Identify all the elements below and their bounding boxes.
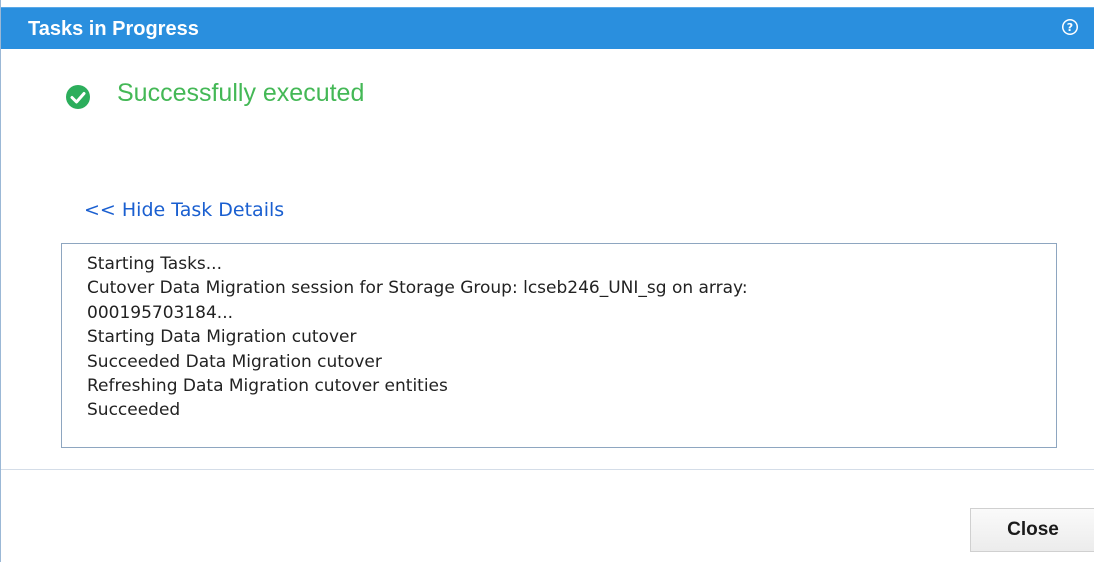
- status-row: Successfully executed: [65, 76, 364, 110]
- task-log[interactable]: Starting Tasks... Cutover Data Migration…: [61, 243, 1057, 448]
- svg-text:?: ?: [1067, 21, 1073, 34]
- close-button[interactable]: Close: [970, 508, 1094, 552]
- footer-divider: [1, 469, 1094, 470]
- log-line: Cutover Data Migration session for Stora…: [87, 278, 748, 299]
- log-line: Starting Tasks...: [87, 254, 222, 274]
- log-line: Refreshing Data Migration cutover entiti…: [87, 376, 448, 397]
- dialog-titlebar: Tasks in Progress ?: [1, 7, 1094, 49]
- hide-task-details-link[interactable]: << Hide Task Details: [84, 199, 284, 221]
- status-text: Successfully executed: [117, 78, 365, 107]
- log-line: Succeeded: [87, 400, 181, 421]
- question-icon[interactable]: ?: [1061, 18, 1079, 36]
- tasks-dialog: Tasks in Progress ? Successfully execute…: [0, 0, 1094, 562]
- log-line: Starting Data Migration cutover: [87, 327, 357, 348]
- check-circle-icon: [66, 85, 90, 109]
- log-line: Succeeded Data Migration cutover: [87, 351, 382, 372]
- dialog-title: Tasks in Progress: [28, 18, 199, 40]
- log-line: 000195703184...: [87, 302, 234, 323]
